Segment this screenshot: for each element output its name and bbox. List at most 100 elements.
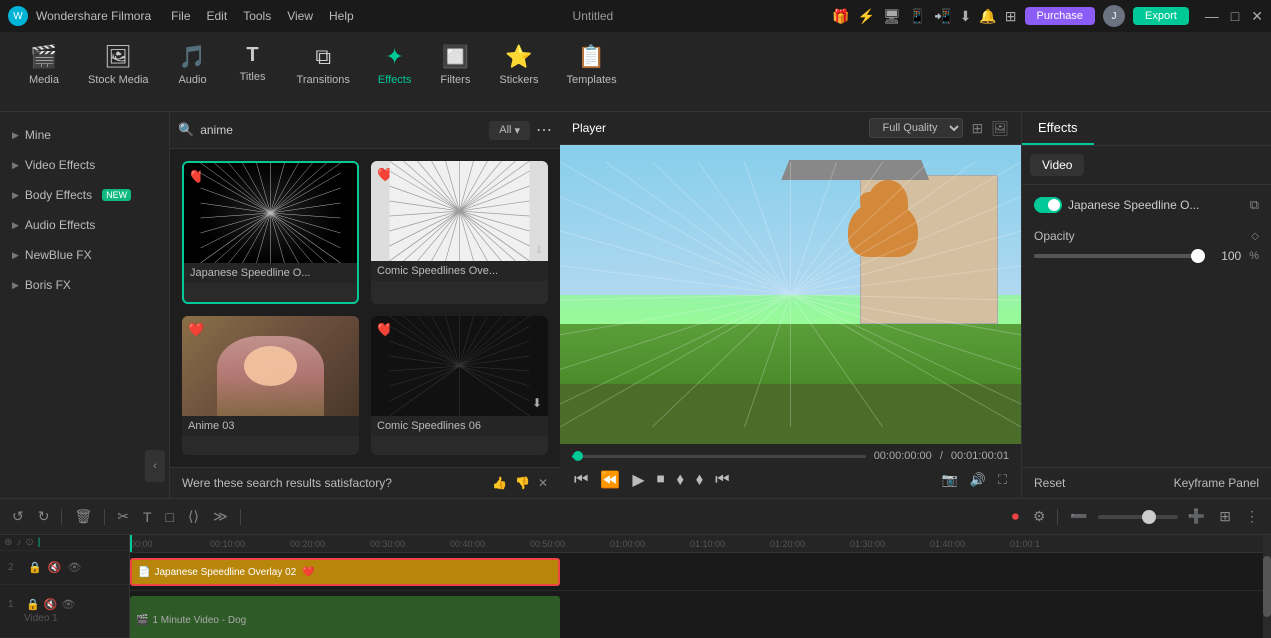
sidebar-item-mine[interactable]: ▶ Mine xyxy=(0,120,169,150)
speaker-button[interactable]: 🔊 xyxy=(968,470,988,490)
clip-japanese-speedline[interactable]: 📄 Japanese Speedline Overlay 02 ❤️ xyxy=(130,558,560,586)
thumbdown-button[interactable]: 👎 xyxy=(515,476,530,490)
menu-tools[interactable]: Tools xyxy=(243,9,271,23)
timeline-zoom-out-button[interactable]: ➖ xyxy=(1066,506,1091,527)
panel-collapse-button[interactable]: ‹ xyxy=(145,450,165,482)
clip-back-button[interactable]: ⏮ xyxy=(713,469,731,491)
photo-view-icon[interactable]: 🖼 xyxy=(991,120,1009,137)
timeline-scroll-thumb[interactable] xyxy=(1263,556,1271,618)
menu-edit[interactable]: Edit xyxy=(207,9,228,23)
toolbar-item-stickers[interactable]: ⭐ Stickers xyxy=(487,40,550,90)
reset-button[interactable]: Reset xyxy=(1034,476,1065,490)
copy-icon[interactable]: ⧉ xyxy=(1250,197,1259,213)
stop-button[interactable]: ⏹ xyxy=(655,469,667,491)
mobile-icon[interactable]: 📱 xyxy=(909,8,926,25)
toolbar-item-stock-media[interactable]: 🖼 Stock Media xyxy=(76,40,161,90)
thumbup-button[interactable]: 👍 xyxy=(492,476,507,490)
timeline-record-button[interactable]: ⏺ xyxy=(1008,506,1023,527)
timeline-layout-button[interactable]: ⊞ xyxy=(1215,506,1235,527)
phone-icon[interactable]: 📲 xyxy=(934,8,951,25)
progress-thumb[interactable] xyxy=(573,451,583,461)
timeline-scrollbar[interactable] xyxy=(1263,535,1271,638)
effect-toggle[interactable] xyxy=(1034,197,1062,213)
menu-view[interactable]: View xyxy=(287,9,313,23)
maximize-button[interactable]: □ xyxy=(1231,8,1239,25)
clip-video[interactable]: 🎬 1 Minute Video - Dog xyxy=(130,596,560,638)
timeline-speed-button[interactable]: ⟨⟩ xyxy=(184,506,203,527)
progress-track[interactable] xyxy=(572,455,866,458)
effect-card-comic-speedlines[interactable]: ❤️ ⬇ Comic Speedlines Ove... xyxy=(371,161,548,304)
search-input[interactable] xyxy=(200,123,483,137)
feedback-close-button[interactable]: ✕ xyxy=(538,476,548,490)
frame-back-button[interactable]: ⏪ xyxy=(598,468,622,492)
sidebar-item-newblue-fx[interactable]: ▶ NewBlue FX xyxy=(0,240,169,270)
timeline-zoom-in-button[interactable]: ➕ xyxy=(1184,506,1209,527)
timeline-redo-button[interactable]: ↻ xyxy=(34,506,54,527)
effect-card-japanese-speedline[interactable]: ❤️ xyxy=(182,161,359,304)
add-audio-icon[interactable]: ♪ xyxy=(16,537,21,548)
toolbar-item-templates[interactable]: 📋 Templates xyxy=(554,40,628,90)
camera-button[interactable]: 📷 xyxy=(940,470,960,490)
toolbar-item-media[interactable]: 🎬 Media xyxy=(16,40,72,90)
skip-back-button[interactable]: ⏮ xyxy=(572,469,590,491)
sidebar-item-video-effects[interactable]: ▶ Video Effects xyxy=(0,150,169,180)
close-button[interactable]: ✕ xyxy=(1251,8,1263,25)
monitor-icon[interactable]: 🖥 xyxy=(883,8,901,25)
effect-card-anime-03[interactable]: ❤️ Anime 03 xyxy=(182,316,359,455)
track-eye-icon-2[interactable]: 👁 xyxy=(67,561,81,574)
download-icon[interactable]: ⬇ xyxy=(960,8,972,25)
toolbar-label-templates: Templates xyxy=(566,74,616,86)
right-subtab-video[interactable]: Video xyxy=(1042,158,1072,172)
sidebar-item-body-effects[interactable]: ▶ Body Effects NEW xyxy=(0,180,169,210)
grid-view-icon[interactable]: ⊞ xyxy=(971,120,983,137)
more-options-icon[interactable]: ⋯ xyxy=(536,120,552,140)
timeline-more2-button[interactable]: ⋮ xyxy=(1241,506,1263,527)
toolbar-item-titles[interactable]: T Titles xyxy=(225,40,281,87)
timeline-cut-button[interactable]: ✂ xyxy=(113,506,133,527)
effect-card-comic-speedlines-06[interactable]: ❤️ ⬇ Comic Speedlines 06 xyxy=(371,316,548,455)
bell-icon[interactable]: 🔔 xyxy=(979,8,996,25)
player-tab[interactable]: Player xyxy=(572,121,606,135)
sidebar-item-audio-effects[interactable]: ▶ Audio Effects xyxy=(0,210,169,240)
opacity-thumb[interactable] xyxy=(1191,249,1205,263)
menu-help[interactable]: Help xyxy=(329,9,354,23)
track-eye-icon-1[interactable]: 👁 xyxy=(61,598,75,611)
add-track-icon[interactable]: ⊕ xyxy=(4,537,12,548)
keyframe-panel-button[interactable]: Keyframe Panel xyxy=(1174,476,1259,490)
minimize-button[interactable]: — xyxy=(1205,8,1219,25)
timeline-zoom-slider[interactable] xyxy=(1098,515,1178,519)
playhead[interactable] xyxy=(130,535,132,553)
track-lock-icon-2[interactable]: 🔒 xyxy=(28,561,42,574)
sidebar-item-boris-fx[interactable]: ▶ Boris FX xyxy=(0,270,169,300)
timeline-more-button[interactable]: ≫ xyxy=(209,506,232,527)
timeline-undo-button[interactable]: ↺ xyxy=(8,506,28,527)
right-tab-effects[interactable]: Effects xyxy=(1022,112,1094,145)
filter-dropdown[interactable]: All ▾ xyxy=(489,121,530,140)
track-lock-icon-1[interactable]: 🔒 xyxy=(26,598,40,611)
toolbar-item-filters[interactable]: 🔲 Filters xyxy=(427,40,483,90)
opacity-slider[interactable] xyxy=(1034,254,1205,258)
quality-select[interactable]: Full Quality xyxy=(869,118,963,138)
toolbar-item-audio[interactable]: 🎵 Audio xyxy=(165,40,221,90)
timeline-delete-button[interactable]: 🗑 xyxy=(70,506,96,527)
keyframe-diamond-icon[interactable]: ◇ xyxy=(1251,231,1259,242)
user-avatar[interactable]: J xyxy=(1103,5,1125,27)
timeline-text-button[interactable]: T xyxy=(139,507,156,527)
lightning-icon[interactable]: ⚡ xyxy=(858,8,875,25)
toolbar-item-transitions[interactable]: ⧉ Transitions xyxy=(285,40,362,90)
grid-icon[interactable]: ⊞ xyxy=(1005,8,1017,25)
gift-icon[interactable]: 🎁 xyxy=(832,8,849,25)
export-button[interactable]: Export xyxy=(1133,7,1189,25)
play-button[interactable]: ▶ xyxy=(630,468,646,492)
toolbar-item-effects[interactable]: ✦ Effects xyxy=(366,40,423,90)
mark-out-button[interactable]: ⬧ xyxy=(694,469,705,491)
track-sound-icon-2[interactable]: 🔇 xyxy=(48,561,62,574)
timeline-settings-button[interactable]: ⚙ xyxy=(1029,506,1050,527)
fullscreen-button[interactable]: ⛶ xyxy=(996,470,1009,490)
timeline-crop-button[interactable]: □ xyxy=(162,507,178,527)
menu-file[interactable]: File xyxy=(171,9,190,23)
magnet-icon[interactable]: ⊙ xyxy=(25,537,33,548)
purchase-button[interactable]: Purchase xyxy=(1025,7,1095,25)
mark-in-button[interactable]: ⬧ xyxy=(675,469,686,491)
track-sound-icon-1[interactable]: 🔇 xyxy=(44,598,58,611)
